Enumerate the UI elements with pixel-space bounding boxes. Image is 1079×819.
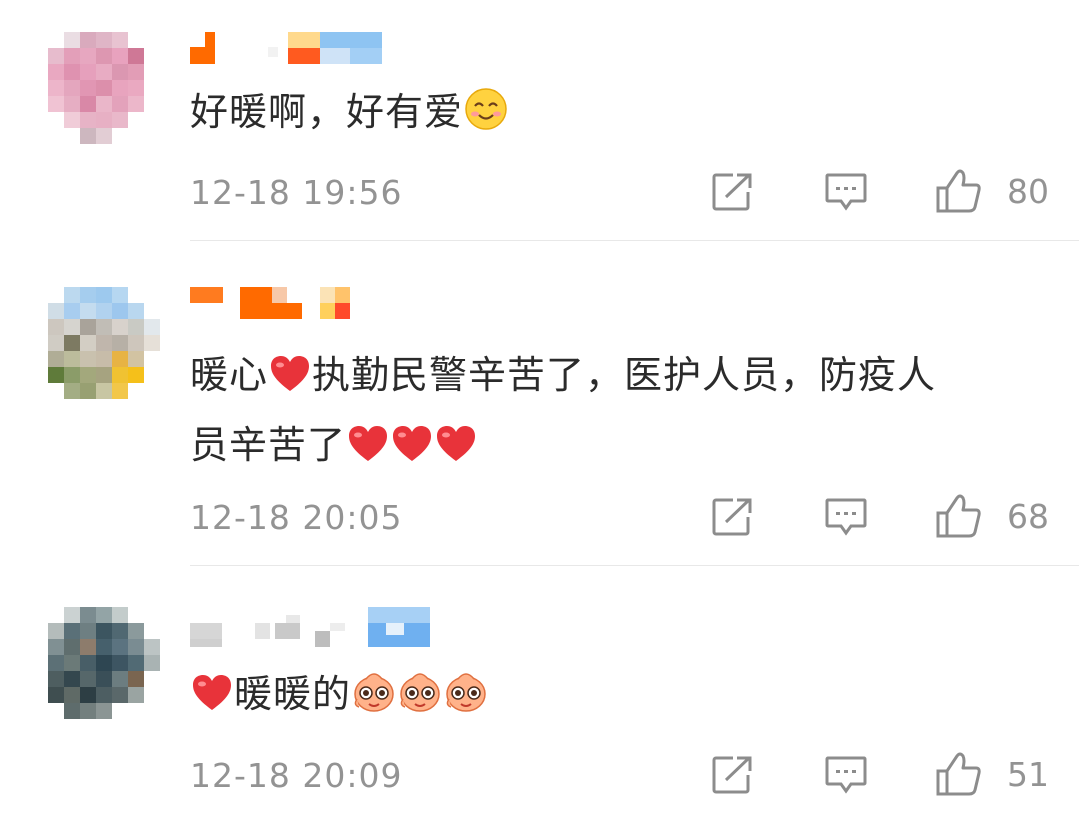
doge-emoji xyxy=(352,668,396,732)
comment-item: 暖暖的 12-18 20:09 51 xyxy=(0,0,1079,819)
like-icon xyxy=(936,752,981,796)
repost-icon xyxy=(712,756,752,794)
comment-button[interactable] xyxy=(824,755,868,797)
comment-text: 暖暖的 xyxy=(190,662,1060,732)
like-button[interactable]: 51 xyxy=(935,751,1049,797)
timestamp: 12-18 20:09 xyxy=(190,756,403,795)
repost-button[interactable] xyxy=(711,755,753,795)
comment-text-part: 暖暖的 xyxy=(234,672,352,716)
doge-emoji xyxy=(398,668,442,732)
doge-emoji xyxy=(444,668,488,732)
heart-emoji xyxy=(191,668,233,732)
comment-icon xyxy=(825,756,867,794)
avatar[interactable] xyxy=(48,607,160,719)
like-count: 51 xyxy=(1007,754,1049,794)
username-mosaic[interactable] xyxy=(190,607,440,647)
